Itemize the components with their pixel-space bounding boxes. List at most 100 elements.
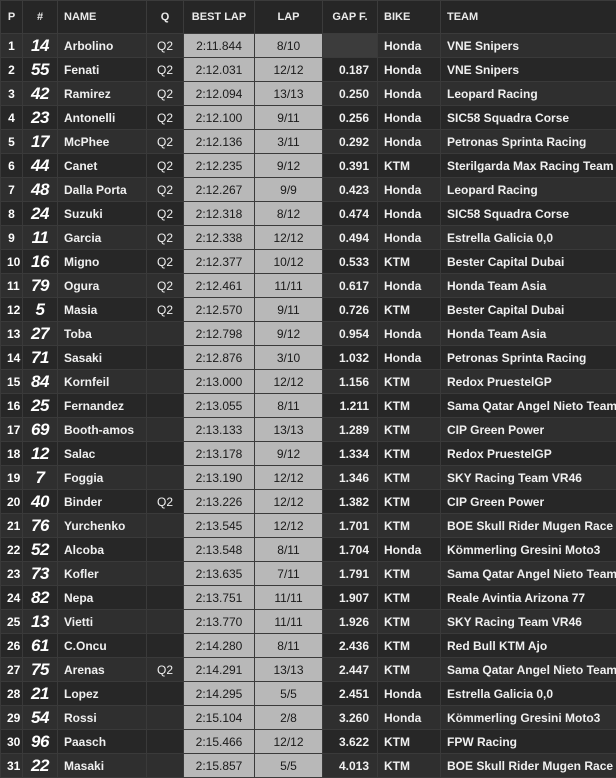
table-row[interactable]: 3096Paasch2:15.46612/123.622KTMFPW Racin… bbox=[1, 730, 616, 754]
table-row[interactable]: 517McPheeQ22:12.1363/110.292HondaPetrona… bbox=[1, 130, 616, 154]
table-row[interactable]: 1812Salac2:13.1789/121.334KTMRedox Prues… bbox=[1, 442, 616, 466]
team-name: VNE Snipers bbox=[441, 34, 616, 58]
qualifying-flag: Q2 bbox=[147, 34, 184, 58]
team-name: CIP Green Power bbox=[441, 490, 616, 514]
qualifying-flag bbox=[147, 610, 184, 634]
qualifying-flag bbox=[147, 346, 184, 370]
table-row[interactable]: 2482Nepa2:13.75111/111.907KTMReale Avint… bbox=[1, 586, 616, 610]
table-row[interactable]: 2954Rossi2:15.1042/83.260HondaKömmerling… bbox=[1, 706, 616, 730]
bike-manufacturer: Honda bbox=[378, 322, 441, 346]
rider-name: Masia bbox=[58, 298, 147, 322]
gap-first: 0.494 bbox=[323, 226, 378, 250]
row-position: 13 bbox=[1, 322, 23, 346]
table-row[interactable]: 1327Toba2:12.7989/120.954HondaHonda Team… bbox=[1, 322, 616, 346]
table-row[interactable]: 2661C.Oncu2:14.2808/112.436KTMRed Bull K… bbox=[1, 634, 616, 658]
gap-first: 0.256 bbox=[323, 106, 378, 130]
gap-first: 1.334 bbox=[323, 442, 378, 466]
table-row[interactable]: 2821Lopez2:14.2955/52.451HondaEstrella G… bbox=[1, 682, 616, 706]
best-lap-time: 2:15.466 bbox=[184, 730, 255, 754]
qualifying-flag bbox=[147, 634, 184, 658]
header-number[interactable]: # bbox=[23, 1, 58, 34]
table-row[interactable]: 255FenatiQ22:12.03112/120.187HondaVNE Sn… bbox=[1, 58, 616, 82]
header-row: P # NAME Q BEST LAP LAP GAP F. BIKE TEAM bbox=[1, 1, 616, 34]
table-row[interactable]: 2040BinderQ22:13.22612/121.382KTMCIP Gre… bbox=[1, 490, 616, 514]
lap-count: 8/11 bbox=[255, 394, 323, 418]
rider-number: 44 bbox=[23, 154, 58, 178]
team-name: Reale Avintia Arizona 77 bbox=[441, 586, 616, 610]
header-name[interactable]: NAME bbox=[58, 1, 147, 34]
table-row[interactable]: 644CanetQ22:12.2359/120.391KTMSterilgard… bbox=[1, 154, 616, 178]
lap-count: 5/5 bbox=[255, 682, 323, 706]
qualifying-flag bbox=[147, 586, 184, 610]
rider-name: Fernandez bbox=[58, 394, 147, 418]
team-name: Leopard Racing bbox=[441, 178, 616, 202]
bike-manufacturer: Honda bbox=[378, 82, 441, 106]
rider-name: Fenati bbox=[58, 58, 147, 82]
row-position: 6 bbox=[1, 154, 23, 178]
team-name: Bester Capital Dubai bbox=[441, 298, 616, 322]
table-row[interactable]: 2373Kofler2:13.6357/111.791KTMSama Qatar… bbox=[1, 562, 616, 586]
table-row[interactable]: 3122Masaki2:15.8575/54.013KTMBOE Skull R… bbox=[1, 754, 616, 778]
lap-count: 12/12 bbox=[255, 730, 323, 754]
table-row[interactable]: 423AntonelliQ22:12.1009/110.256HondaSIC5… bbox=[1, 106, 616, 130]
table-row[interactable]: 2176Yurchenko2:13.54512/121.701KTMBOE Sk… bbox=[1, 514, 616, 538]
rider-number: 5 bbox=[23, 298, 58, 322]
table-row[interactable]: 911GarciaQ22:12.33812/120.494HondaEstrel… bbox=[1, 226, 616, 250]
table-row[interactable]: 1625Fernandez2:13.0558/111.211KTMSama Qa… bbox=[1, 394, 616, 418]
best-lap-time: 2:13.226 bbox=[184, 490, 255, 514]
row-position: 26 bbox=[1, 634, 23, 658]
bike-manufacturer: KTM bbox=[378, 250, 441, 274]
gap-first: 1.701 bbox=[323, 514, 378, 538]
lap-count: 8/11 bbox=[255, 634, 323, 658]
bike-manufacturer: Honda bbox=[378, 34, 441, 58]
qualifying-flag: Q2 bbox=[147, 106, 184, 130]
header-best-lap[interactable]: BEST LAP bbox=[184, 1, 255, 34]
table-row[interactable]: 125MasiaQ22:12.5709/110.726KTMBester Cap… bbox=[1, 298, 616, 322]
team-name: Kömmerling Gresini Moto3 bbox=[441, 538, 616, 562]
table-row[interactable]: 114ArbolinoQ22:11.8448/10HondaVNE Sniper… bbox=[1, 34, 616, 58]
table-row[interactable]: 2513Vietti2:13.77011/111.926KTMSKY Racin… bbox=[1, 610, 616, 634]
team-name: SKY Racing Team VR46 bbox=[441, 610, 616, 634]
lap-count: 8/10 bbox=[255, 34, 323, 58]
qualifying-flag bbox=[147, 562, 184, 586]
team-name: Leopard Racing bbox=[441, 82, 616, 106]
best-lap-time: 2:13.133 bbox=[184, 418, 255, 442]
lap-count: 9/11 bbox=[255, 106, 323, 130]
rider-number: 25 bbox=[23, 394, 58, 418]
qualifying-flag bbox=[147, 442, 184, 466]
table-row[interactable]: 748Dalla PortaQ22:12.2679/90.423HondaLeo… bbox=[1, 178, 616, 202]
header-lap[interactable]: LAP bbox=[255, 1, 323, 34]
team-name: VNE Snipers bbox=[441, 58, 616, 82]
table-row[interactable]: 824SuzukiQ22:12.3188/120.474HondaSIC58 S… bbox=[1, 202, 616, 226]
table-row[interactable]: 1016MignoQ22:12.37710/120.533KTMBester C… bbox=[1, 250, 616, 274]
best-lap-time: 2:13.178 bbox=[184, 442, 255, 466]
team-name: Bester Capital Dubai bbox=[441, 250, 616, 274]
table-row[interactable]: 1179OguraQ22:12.46111/110.617HondaHonda … bbox=[1, 274, 616, 298]
header-team[interactable]: TEAM bbox=[441, 1, 616, 34]
gap-first: 0.474 bbox=[323, 202, 378, 226]
header-bike[interactable]: BIKE bbox=[378, 1, 441, 34]
table-row[interactable]: 1769Booth-amos2:13.13313/131.289KTMCIP G… bbox=[1, 418, 616, 442]
lap-count: 2/8 bbox=[255, 706, 323, 730]
header-gap[interactable]: GAP F. bbox=[323, 1, 378, 34]
lap-count: 9/12 bbox=[255, 442, 323, 466]
table-row[interactable]: 2252Alcoba2:13.5488/111.704HondaKömmerli… bbox=[1, 538, 616, 562]
team-name: Honda Team Asia bbox=[441, 274, 616, 298]
header-q[interactable]: Q bbox=[147, 1, 184, 34]
best-lap-time: 2:12.338 bbox=[184, 226, 255, 250]
row-position: 19 bbox=[1, 466, 23, 490]
table-row[interactable]: 342RamirezQ22:12.09413/130.250HondaLeopa… bbox=[1, 82, 616, 106]
best-lap-time: 2:12.318 bbox=[184, 202, 255, 226]
table-row[interactable]: 1471Sasaki2:12.8763/101.032HondaPetronas… bbox=[1, 346, 616, 370]
gap-first: 1.156 bbox=[323, 370, 378, 394]
rider-number: 42 bbox=[23, 82, 58, 106]
table-row[interactable]: 197Foggia2:13.19012/121.346KTMSKY Racing… bbox=[1, 466, 616, 490]
qualifying-flag: Q2 bbox=[147, 82, 184, 106]
rider-number: 14 bbox=[23, 34, 58, 58]
team-name: SIC58 Squadra Corse bbox=[441, 106, 616, 130]
header-pos[interactable]: P bbox=[1, 1, 23, 34]
table-row[interactable]: 1584Kornfeil2:13.00012/121.156KTMRedox P… bbox=[1, 370, 616, 394]
gap-first: 1.907 bbox=[323, 586, 378, 610]
rider-number: 13 bbox=[23, 610, 58, 634]
table-row[interactable]: 2775ArenasQ22:14.29113/132.447KTMSama Qa… bbox=[1, 658, 616, 682]
